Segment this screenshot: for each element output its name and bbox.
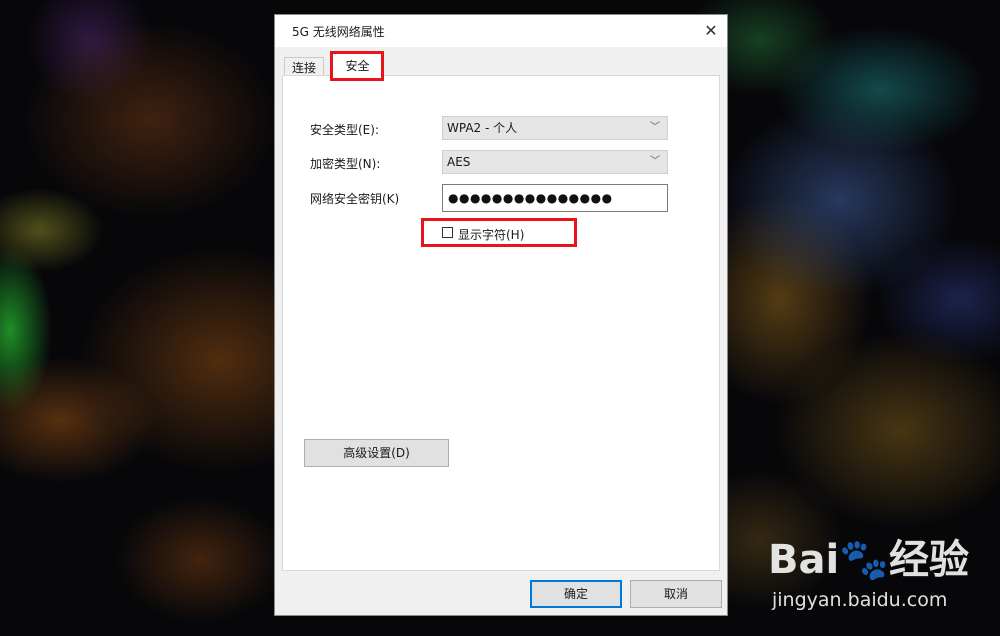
watermark-url: jingyan.baidu.com	[772, 589, 948, 611]
cancel-button[interactable]: 取消	[630, 580, 722, 608]
baidu-jingyan-watermark: Bai🐾经验 jingyan.baidu.com	[768, 527, 994, 617]
security-type-value: WPA2 - 个人	[447, 121, 518, 135]
title-bar: 5G 无线网络属性 ✕	[275, 15, 727, 47]
encryption-type-select[interactable]: AES ﹀	[442, 150, 668, 174]
chevron-down-icon: ﹀	[650, 122, 660, 133]
wireless-properties-dialog: 5G 无线网络属性 ✕ 连接 安全类型(E): WPA2 - 个人 ﹀ 加密类型…	[274, 14, 728, 616]
close-icon: ✕	[704, 21, 718, 40]
chevron-down-icon: ﹀	[650, 156, 660, 167]
security-panel: 安全类型(E): WPA2 - 个人 ﹀ 加密类型(N): AES ﹀ 网络安全…	[282, 75, 720, 571]
show-characters-highlight-box	[421, 218, 577, 247]
encryption-type-value: AES	[447, 155, 471, 169]
ok-button[interactable]: 确定	[530, 580, 622, 608]
network-key-label: 网络安全密钥(K)	[310, 192, 400, 206]
security-tab-highlight-box	[330, 51, 384, 81]
watermark-brand: Bai🐾经验	[768, 537, 969, 583]
network-key-field[interactable]: ●●●●●●●●●●●●●●●	[442, 184, 668, 212]
security-type-select[interactable]: WPA2 - 个人 ﹀	[442, 116, 668, 140]
advanced-settings-button[interactable]: 高级设置(D)	[304, 439, 449, 467]
close-button[interactable]: ✕	[695, 15, 727, 47]
encryption-type-label: 加密类型(N):	[310, 157, 381, 171]
window-title: 5G 无线网络属性	[292, 25, 385, 39]
security-type-label: 安全类型(E):	[310, 123, 379, 137]
